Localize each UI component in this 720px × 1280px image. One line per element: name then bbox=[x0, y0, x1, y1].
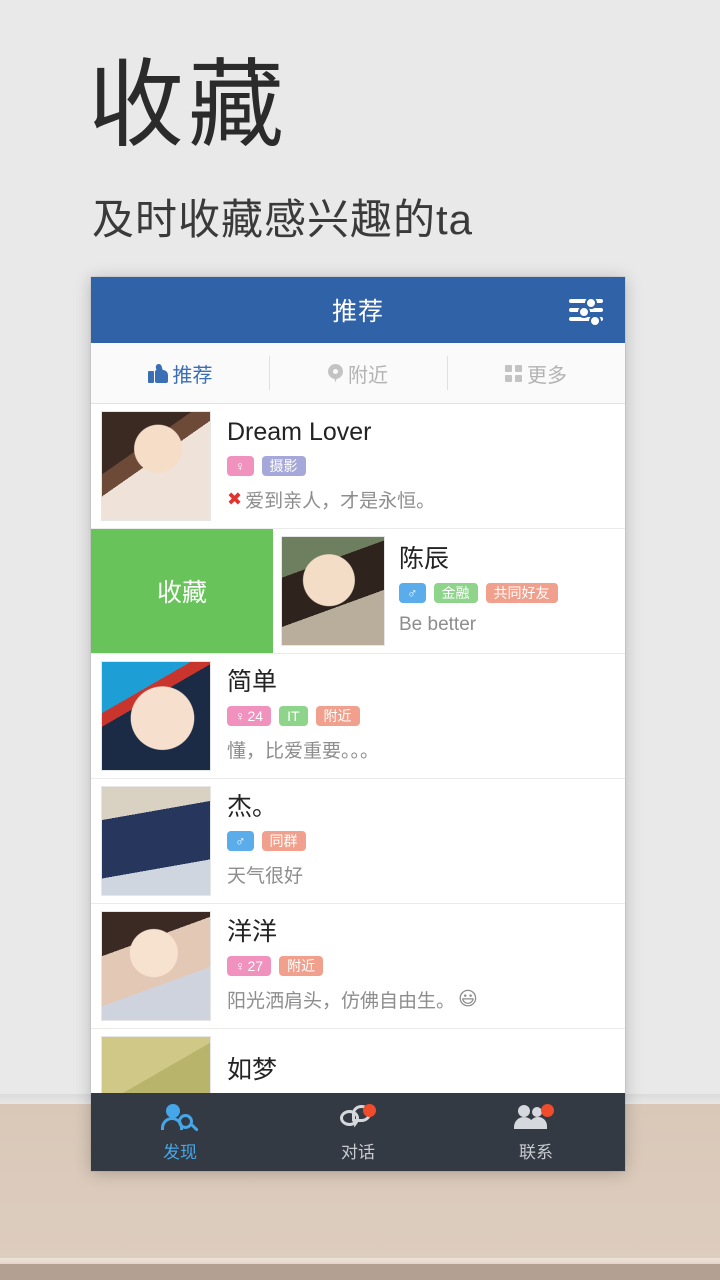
list-item-signature: Be better bbox=[399, 614, 613, 636]
tag-chip: IT bbox=[279, 706, 307, 726]
gender-badge: ♀ 24 bbox=[227, 706, 271, 726]
list-item[interactable]: 收藏 陈辰 ♂ 金融 共同好友 Be better bbox=[91, 529, 625, 654]
nav-item-discover-label: 发现 bbox=[163, 1138, 197, 1163]
gender-badge: ♀ bbox=[227, 456, 254, 476]
tag-chip: 同群 bbox=[262, 831, 306, 851]
tag-chip: 附近 bbox=[279, 956, 323, 976]
list-item-name: 洋洋 bbox=[227, 919, 613, 945]
avatar[interactable] bbox=[101, 661, 211, 771]
page-title: 推荐 bbox=[332, 292, 384, 328]
list-item-name: 如梦 bbox=[227, 1057, 613, 1083]
age-label: 27 bbox=[248, 959, 264, 973]
tab-nearby[interactable]: 附近 bbox=[269, 343, 447, 403]
tab-more-label: 更多 bbox=[527, 359, 567, 388]
tag-chip: 附近 bbox=[316, 706, 360, 726]
list-item-info: 简单 ♀ 24 IT 附近 懂，比爱重要。。。 bbox=[227, 669, 625, 763]
hero-title: 收藏 bbox=[88, 56, 288, 157]
list-item-name: 陈辰 bbox=[399, 546, 613, 572]
phone-screen: 推荐 推荐 附近 更多 bbox=[91, 277, 625, 1171]
list-item-tags: ♀ 27 附近 bbox=[227, 954, 613, 977]
age-label: 24 bbox=[248, 709, 264, 723]
tag-chip: 金融 bbox=[434, 583, 478, 603]
location-pin-icon bbox=[328, 364, 343, 383]
hero-subtitle: 及时收藏感兴趣的ta bbox=[92, 186, 473, 247]
contacts-icon bbox=[516, 1102, 556, 1134]
signature-text: 天气很好 bbox=[227, 861, 303, 888]
gender-badge: ♀ 27 bbox=[227, 956, 271, 976]
avatar[interactable] bbox=[101, 786, 211, 896]
chat-icon bbox=[338, 1102, 378, 1134]
sliders-icon[interactable] bbox=[569, 297, 603, 323]
list-item-info: 杰。 ♂ 同群 天气很好 bbox=[227, 794, 625, 888]
tag-chip: 共同好友 bbox=[486, 583, 558, 603]
tab-more[interactable]: 更多 bbox=[447, 343, 625, 403]
list-item-signature: 天气很好 bbox=[227, 861, 613, 888]
tab-recommend-label: 推荐 bbox=[173, 359, 213, 388]
list-item-signature: ✖ 爱到亲人，才是永恒。 bbox=[227, 486, 613, 513]
discover-icon bbox=[160, 1102, 200, 1134]
list-item[interactable]: 杰。 ♂ 同群 天气很好 bbox=[91, 779, 625, 904]
list-item-info: 陈辰 ♂ 金融 共同好友 Be better bbox=[399, 546, 625, 635]
app-header: 推荐 bbox=[91, 277, 625, 343]
signature-text: 爱到亲人，才是永恒。 bbox=[245, 486, 435, 513]
tab-recommend[interactable]: 推荐 bbox=[91, 343, 269, 403]
tab-nearby-label: 附近 bbox=[348, 359, 388, 388]
nav-item-chat[interactable]: 对话 bbox=[269, 1093, 447, 1171]
desk-front-face bbox=[0, 1264, 720, 1280]
gender-badge: ♂ bbox=[399, 583, 426, 603]
nav-item-contacts-label: 联系 bbox=[519, 1138, 553, 1163]
bottom-nav: 发现 对话 联系 bbox=[91, 1093, 625, 1171]
avatar[interactable] bbox=[101, 411, 211, 521]
list-item-signature: 阳光洒肩头，仿佛自由生。 😃 bbox=[227, 986, 613, 1013]
red-star-icon: ✖ bbox=[227, 489, 242, 510]
list-item[interactable]: 简单 ♀ 24 IT 附近 懂，比爱重要。。。 bbox=[91, 654, 625, 779]
people-list[interactable]: Dream Lover ♀ 摄影 ✖ 爱到亲人，才是永恒。 收藏 陈辰 bbox=[91, 404, 625, 1116]
signature-text: 阳光洒肩头，仿佛自由生。 bbox=[227, 986, 455, 1013]
nav-item-chat-label: 对话 bbox=[341, 1138, 375, 1163]
smiley-emoji: 😃 bbox=[458, 988, 478, 1011]
thumbs-up-icon bbox=[148, 364, 168, 383]
nav-item-discover[interactable]: 发现 bbox=[91, 1093, 269, 1171]
unread-badge bbox=[541, 1104, 554, 1117]
list-item-tags: ♀ 24 IT 附近 bbox=[227, 704, 613, 727]
list-item-signature: 懂，比爱重要。。。 bbox=[227, 736, 613, 763]
nav-item-contacts[interactable]: 联系 bbox=[447, 1093, 625, 1171]
tag-chip: 摄影 bbox=[262, 456, 306, 476]
list-item-tags: ♂ 同群 bbox=[227, 829, 613, 852]
gender-badge: ♂ bbox=[227, 831, 254, 851]
favorite-swipe-action[interactable]: 收藏 bbox=[91, 529, 273, 653]
list-item-name: 杰。 bbox=[227, 794, 613, 820]
grid-icon bbox=[505, 365, 522, 382]
list-item-tags: ♂ 金融 共同好友 bbox=[399, 582, 613, 605]
list-item-name: 简单 bbox=[227, 669, 613, 695]
avatar[interactable] bbox=[101, 911, 211, 1021]
list-item-name: Dream Lover bbox=[227, 419, 613, 445]
unread-badge bbox=[363, 1104, 376, 1117]
list-item-info: 洋洋 ♀ 27 附近 阳光洒肩头，仿佛自由生。 😃 bbox=[227, 919, 625, 1013]
avatar[interactable] bbox=[281, 536, 385, 646]
list-item[interactable]: Dream Lover ♀ 摄影 ✖ 爱到亲人，才是永恒。 bbox=[91, 404, 625, 529]
tab-strip: 推荐 附近 更多 bbox=[91, 343, 625, 404]
list-item-tags: ♀ 摄影 bbox=[227, 454, 613, 477]
list-item-info: Dream Lover ♀ 摄影 ✖ 爱到亲人，才是永恒。 bbox=[227, 419, 625, 513]
signature-text: 懂，比爱重要。。。 bbox=[227, 736, 379, 763]
signature-text: Be better bbox=[399, 614, 476, 636]
list-item[interactable]: 洋洋 ♀ 27 附近 阳光洒肩头，仿佛自由生。 😃 bbox=[91, 904, 625, 1029]
